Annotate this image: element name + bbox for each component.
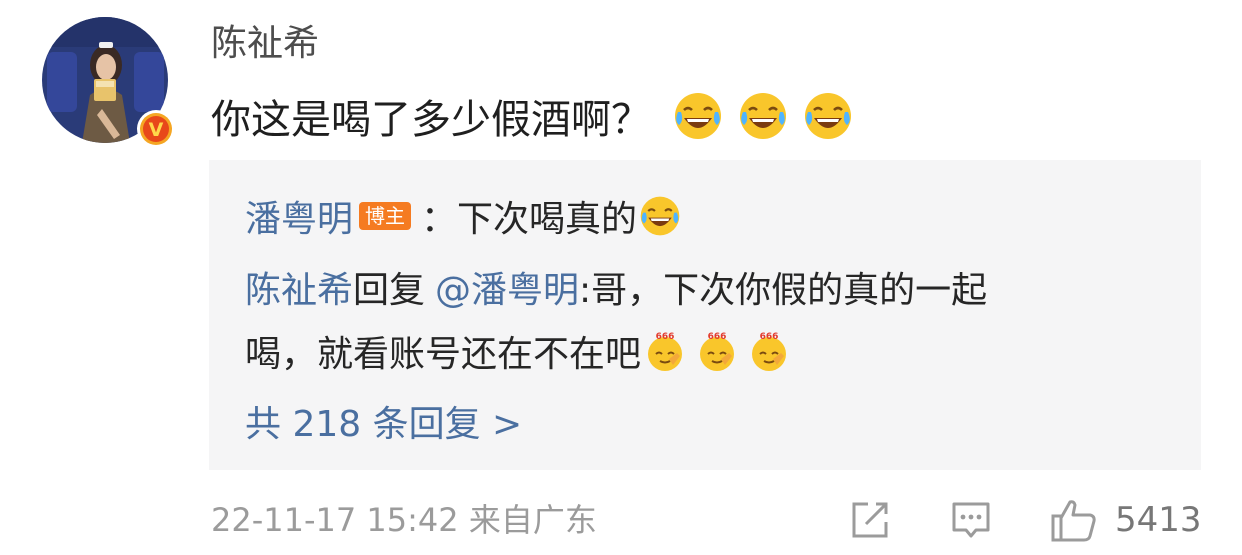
laugh-cry-emoji-icon	[738, 91, 788, 141]
laugh-cry-emoji-icon	[639, 195, 681, 237]
reply-separator: ：	[421, 199, 458, 240]
like-count: 5413	[1115, 500, 1202, 540]
reply-text-line1: :哥，下次你假的真的一起	[579, 270, 988, 311]
reply-item-continuation: 喝，就看账号还在不在吧 666 666 666	[245, 324, 799, 378]
reply-username[interactable]: 潘粤明	[245, 190, 353, 242]
reply-text: 下次喝真的	[457, 199, 638, 240]
comment-emojis	[673, 91, 868, 141]
replies-panel[interactable]: 潘粤明 博主 ： 下次喝真的 陈祉希 回复 @潘粤明 :哥，下次你假的真的一起 …	[209, 160, 1201, 470]
reply-item: 陈祉希 回复 @潘粤明 :哥，下次你假的真的一起	[245, 260, 987, 314]
verified-badge-icon: V	[137, 110, 175, 148]
666-emoji-icon: 666	[695, 329, 739, 373]
comment-author-name[interactable]: 陈祉希	[211, 20, 319, 68]
666-emoji-icon: 666	[747, 329, 791, 373]
comment-body: 你这是喝了多少假酒啊？	[211, 88, 868, 144]
more-replies-label[interactable]: 共 218 条回复 >	[245, 395, 522, 447]
svg-text:V: V	[149, 119, 164, 141]
reply-item: 潘粤明 博主 ： 下次喝真的	[245, 191, 681, 241]
reply-username[interactable]: 陈祉希	[245, 261, 353, 313]
666-emoji-icon: 666	[643, 329, 687, 373]
laugh-cry-emoji-icon	[673, 91, 723, 141]
share-icon[interactable]	[848, 498, 892, 542]
svg-text:666: 666	[760, 332, 779, 342]
svg-text:666: 666	[708, 332, 727, 342]
reply-emojis: 666 666 666	[643, 329, 799, 373]
mention-link[interactable]: @潘粤明	[435, 261, 579, 313]
reply-text-line2: 喝，就看账号还在不在吧	[245, 334, 642, 375]
svg-text:666: 666	[656, 332, 675, 342]
laugh-cry-emoji-icon	[803, 91, 853, 141]
reply-verb: 回复	[353, 270, 426, 311]
more-replies-link[interactable]: 共 218 条回复 >	[245, 394, 522, 448]
thumbs-up-icon[interactable]	[1050, 498, 1096, 542]
avatar[interactable]: V	[42, 17, 175, 148]
comment-reply-icon[interactable]	[949, 498, 993, 542]
comment-text: 你这是喝了多少假酒啊？	[211, 97, 651, 143]
author-badge: 博主	[359, 202, 412, 230]
comment-timestamp-location: 22-11-17 15:42 来自广东	[211, 501, 597, 539]
